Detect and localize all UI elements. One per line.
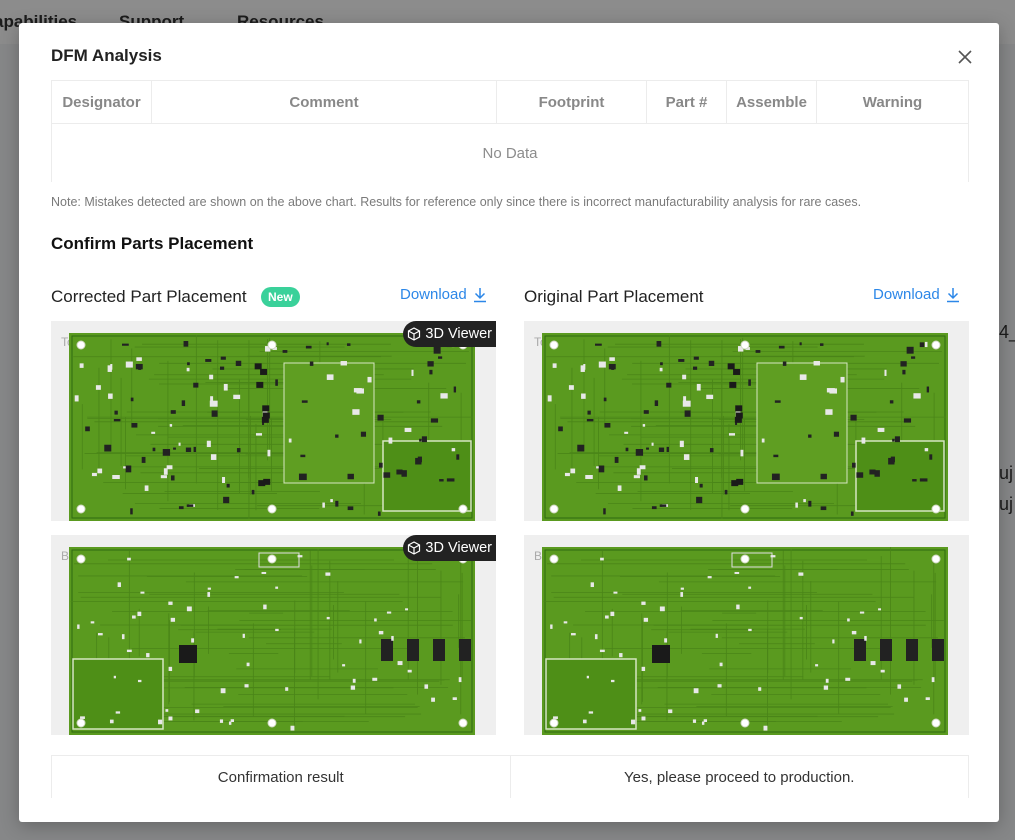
note-text: Note: Mistakes detected are shown on the… bbox=[51, 195, 862, 209]
col-designator: Designator bbox=[52, 81, 152, 123]
dfm-table: Designator Comment Footprint Part # Asse… bbox=[51, 80, 969, 182]
download-icon bbox=[473, 287, 486, 302]
confirmation-label: Confirmation result bbox=[52, 756, 511, 798]
dfm-analysis-modal: DFM Analysis Designator Comment Footprin… bbox=[19, 23, 999, 822]
corrected-bottom-image[interactable]: Bo 3D Viewer bbox=[51, 535, 496, 735]
col-warning: Warning bbox=[862, 93, 923, 111]
close-icon bbox=[958, 50, 972, 64]
3d-viewer-label: 3D Viewer bbox=[425, 540, 492, 556]
original-download-link[interactable]: Download bbox=[873, 286, 960, 303]
corrected-download-link[interactable]: Download bbox=[400, 286, 487, 303]
pcb-top-board bbox=[542, 333, 948, 521]
download-label: Download bbox=[873, 286, 940, 303]
original-bottom-image[interactable]: Bo bbox=[524, 535, 969, 735]
col-part-number: Part # bbox=[647, 81, 727, 123]
3d-viewer-button[interactable]: 3D Viewer bbox=[403, 321, 496, 347]
original-title: Original Part Placement bbox=[524, 287, 704, 306]
col-assemble: Assemble bbox=[727, 81, 817, 123]
corrected-top-image[interactable]: To 3D Viewer bbox=[51, 321, 496, 521]
confirmation-value: Yes, please proceed to production. bbox=[624, 768, 855, 786]
3d-viewer-label: 3D Viewer bbox=[425, 326, 492, 342]
col-footprint: Footprint bbox=[497, 81, 647, 123]
modal-title: DFM Analysis bbox=[51, 46, 162, 65]
corrected-title: Corrected Part Placement bbox=[51, 287, 247, 306]
close-button[interactable] bbox=[953, 45, 977, 69]
table-header: Designator Comment Footprint Part # Asse… bbox=[52, 81, 968, 124]
cube-icon bbox=[408, 327, 421, 341]
table-empty: No Data bbox=[482, 144, 538, 162]
3d-viewer-button[interactable]: 3D Viewer bbox=[403, 535, 496, 561]
confirmation-row: Confirmation result Yes, please proceed … bbox=[51, 755, 969, 798]
original-top-image[interactable]: To bbox=[524, 321, 969, 521]
section-title: Confirm Parts Placement bbox=[51, 234, 254, 253]
new-badge: New bbox=[261, 287, 300, 307]
pcb-top-board bbox=[69, 333, 475, 521]
download-label: Download bbox=[400, 286, 467, 303]
pcb-bottom-board bbox=[542, 547, 948, 735]
pcb-bottom-board bbox=[69, 547, 475, 735]
col-comment: Comment bbox=[152, 81, 497, 123]
cube-icon bbox=[408, 541, 421, 555]
download-icon bbox=[946, 287, 959, 302]
